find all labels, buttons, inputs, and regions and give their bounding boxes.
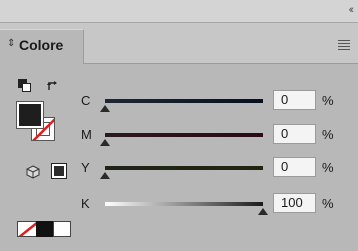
percent-unit-m: % <box>322 127 334 142</box>
none-swatch-slash-icon <box>18 222 36 236</box>
web-safe-square-icon[interactable] <box>51 163 67 179</box>
percent-unit-y: % <box>322 160 334 175</box>
slider-track-k[interactable] <box>105 202 268 215</box>
slider-label-m: M <box>81 127 92 142</box>
up-down-arrows-icon[interactable]: ⇕ <box>7 38 15 49</box>
collapse-panel-icon[interactable]: ‹‹ <box>349 3 355 17</box>
slider-label-c: C <box>81 93 91 108</box>
fill-swatch[interactable] <box>16 101 44 129</box>
value-field-c[interactable]: 0 <box>273 90 316 110</box>
slider-label-k: K <box>81 196 90 211</box>
panel-menu-icon[interactable] <box>338 40 350 52</box>
value-field-k[interactable]: 100 <box>273 193 316 213</box>
slider-label-y: Y <box>81 160 90 175</box>
slider-track-c[interactable] <box>100 99 263 112</box>
value-field-y[interactable]: 0 <box>273 157 316 177</box>
tab-colore-label: Colore <box>19 37 64 53</box>
panel-title-bar[interactable]: ‹‹ <box>0 0 358 23</box>
slider-track-y[interactable] <box>100 166 263 179</box>
none-swatch[interactable] <box>17 221 37 237</box>
panel-tab-strip: ⇕ Colore <box>0 23 358 64</box>
white-swatch[interactable] <box>53 221 71 237</box>
cube-icon[interactable] <box>26 165 40 179</box>
slider-thumb-m[interactable] <box>100 139 110 146</box>
black-swatch[interactable] <box>36 221 54 237</box>
slider-track-m[interactable] <box>100 133 263 146</box>
slider-thumb-k[interactable] <box>258 208 268 215</box>
slider-thumb-c[interactable] <box>100 105 110 112</box>
percent-unit-c: % <box>322 93 334 108</box>
value-field-m[interactable]: 0 <box>273 124 316 144</box>
percent-unit-k: % <box>322 196 334 211</box>
tab-colore[interactable]: ⇕ Colore <box>0 29 84 64</box>
default-fill-stroke-icon[interactable] <box>18 79 31 92</box>
slider-thumb-y[interactable] <box>100 172 110 179</box>
swap-arrow-icon[interactable] <box>46 79 60 93</box>
